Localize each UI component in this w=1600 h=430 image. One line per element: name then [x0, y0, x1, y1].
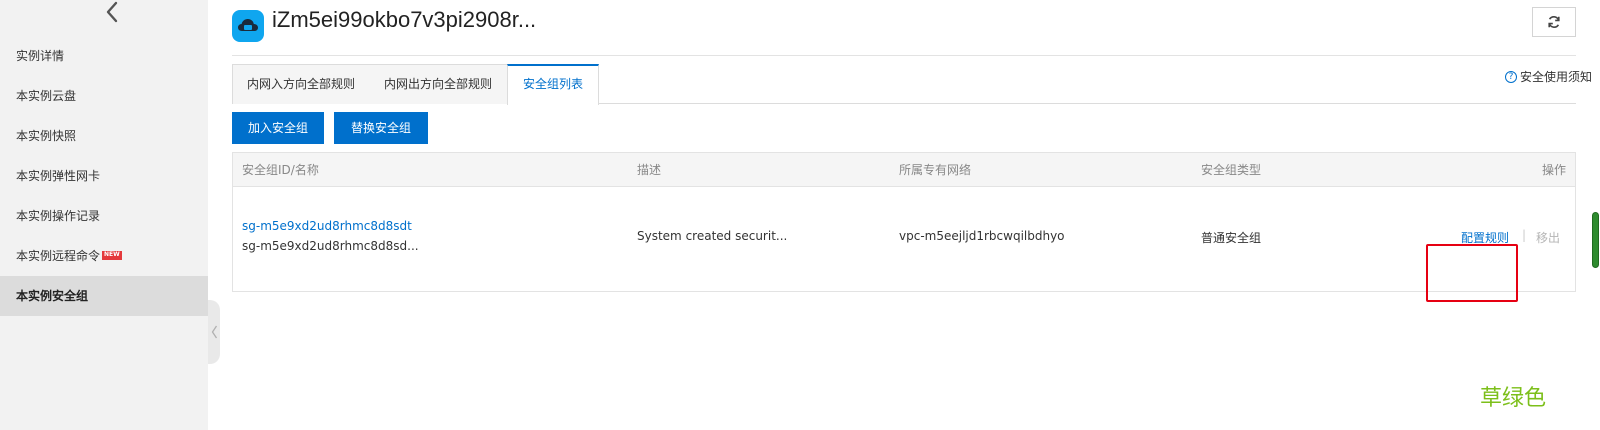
security-group-id-link[interactable]: sg-m5e9xd2ud8rhmc8d8sdt — [242, 219, 412, 233]
sidebar-item-eni[interactable]: 本实例弹性网卡 — [0, 156, 208, 196]
column-header-operations: 操作 — [1541, 163, 1566, 177]
refresh-button[interactable] — [1532, 7, 1576, 37]
security-group-table: 安全组ID/名称 描述 所属专有网络 安全组类型 操作 sg-m5e9xd2ud… — [232, 152, 1576, 302]
sidebar-item-remote-commands[interactable]: 本实例远程命令 NEW — [0, 236, 208, 276]
remove-link[interactable]: 移出 — [1536, 229, 1560, 246]
tab-inbound-rules[interactable]: 内网入方向全部规则 — [232, 64, 370, 104]
add-security-group-button[interactable]: 加入安全组 — [232, 112, 324, 144]
column-header-vpc: 所属专有网络 — [899, 163, 972, 177]
sidebar-nav: 实例详情 本实例云盘 本实例快照 本实例弹性网卡 本实例操作记录 本实例远程命令… — [0, 36, 208, 316]
chevron-left-icon — [106, 1, 118, 23]
question-circle-icon: ? — [1504, 70, 1517, 83]
table-row: sg-m5e9xd2ud8rhmc8d8sdt sg-m5e9xd2ud8rhm… — [233, 187, 1575, 302]
tab-security-group-list[interactable]: 安全组列表 — [507, 64, 599, 105]
page-scrollbar[interactable] — [1590, 0, 1600, 430]
configure-rules-link[interactable]: 配置规则 — [1461, 229, 1509, 246]
sidebar-item-snapshots[interactable]: 本实例快照 — [0, 116, 208, 156]
refresh-icon — [1548, 16, 1560, 28]
table-header: 安全组ID/名称 描述 所属专有网络 安全组类型 操作 — [233, 153, 1575, 187]
column-header-description: 描述 — [637, 163, 662, 177]
page-header: iZm5ei99okbo7v3pi2908r... — [232, 0, 1576, 56]
page-title: iZm5ei99okbo7v3pi2908r... — [272, 7, 537, 32]
chevron-left-icon — [211, 325, 217, 339]
sidebar-collapse-handle[interactable] — [208, 300, 220, 364]
column-header-type: 安全组类型 — [1201, 163, 1262, 177]
tab-outbound-rules[interactable]: 内网出方向全部规则 — [369, 64, 508, 104]
sidebar-item-instance-details[interactable]: 实例详情 — [0, 36, 208, 76]
ecs-instance-icon — [232, 10, 264, 42]
sidebar-item-operation-logs[interactable]: 本实例操作记录 — [0, 196, 208, 236]
operation-divider: | — [1522, 228, 1527, 242]
tab-bar: 内网入方向全部规则 内网出方向全部规则 安全组列表 — [232, 64, 1576, 105]
sidebar-item-security-groups[interactable]: 本实例安全组 — [0, 276, 208, 316]
sidebar-item-label: 本实例远程命令 — [16, 249, 101, 263]
replace-security-group-button[interactable]: 替换安全组 — [334, 112, 428, 144]
back-button[interactable] — [98, 0, 126, 24]
sidebar-item-cloud-disks[interactable]: 本实例云盘 — [0, 76, 208, 116]
security-group-name: sg-m5e9xd2ud8rhmc8d8sd... — [242, 239, 419, 253]
security-group-vpc: vpc-m5eejljd1rbcwqilbdhyo — [899, 229, 1065, 243]
scrollbar-thumb[interactable] — [1592, 212, 1599, 268]
security-guide-link[interactable]: ? 安全使用须知 — [1504, 68, 1592, 85]
highlight-box — [1426, 244, 1518, 302]
color-annotation-label: 草绿色 — [1480, 386, 1547, 411]
column-header-id-name: 安全组ID/名称 — [242, 163, 319, 177]
security-group-type: 普通安全组 — [1201, 231, 1262, 245]
security-guide-label: 安全使用须知 — [1519, 70, 1592, 84]
security-group-description: System created securit... — [637, 229, 788, 243]
sidebar: 实例详情 本实例云盘 本实例快照 本实例弹性网卡 本实例操作记录 本实例远程命令… — [0, 0, 208, 430]
new-badge: NEW — [102, 251, 122, 260]
